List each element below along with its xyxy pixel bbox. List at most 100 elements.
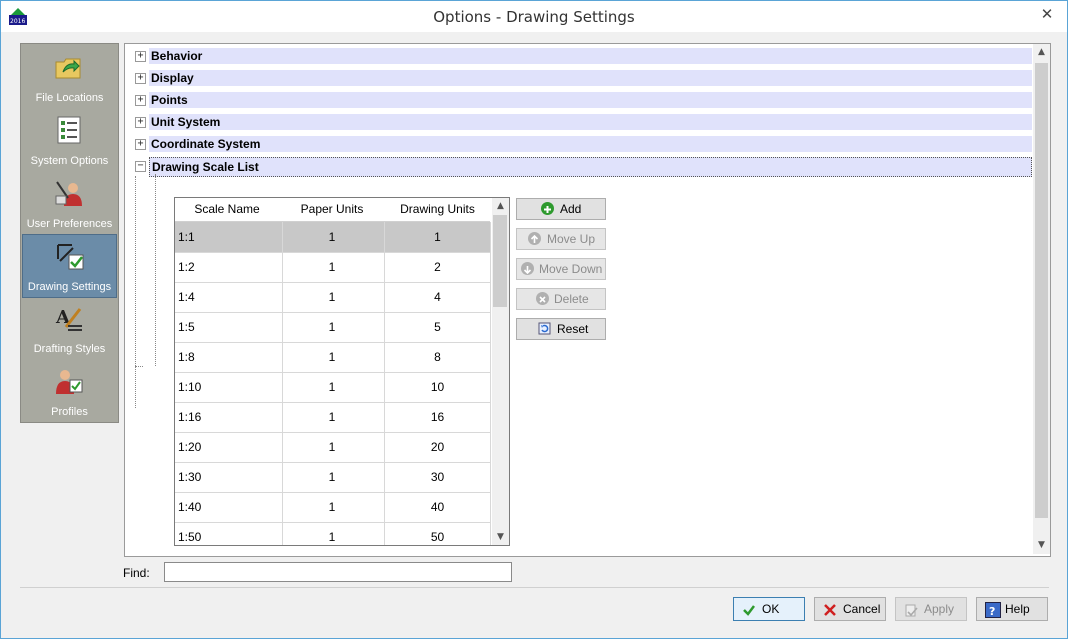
column-header-drawing-units[interactable]: Drawing Units <box>385 198 490 221</box>
table-row[interactable]: 1:20 1 20 <box>175 432 491 463</box>
table-row[interactable]: 1:30 1 30 <box>175 462 491 493</box>
scroll-down-arrow-icon[interactable]: ▼ <box>492 529 509 545</box>
cell-drawing-units[interactable]: 40 <box>385 492 491 522</box>
cell-paper-units[interactable]: 1 <box>280 312 385 342</box>
category-label: Behavior <box>149 48 1032 64</box>
cell-paper-units[interactable]: 1 <box>280 402 385 432</box>
cell-scale-name[interactable]: 1:20 <box>175 432 283 462</box>
table-row[interactable]: 1:40 1 40 <box>175 492 491 523</box>
sidebar-item-drawing-settings[interactable]: Drawing Settings <box>22 234 117 298</box>
category-drawing-scale-list[interactable]: − Drawing Scale List <box>135 156 1032 177</box>
cell-scale-name[interactable]: 1:30 <box>175 462 283 492</box>
scroll-down-arrow-icon[interactable]: ▼ <box>1033 537 1050 554</box>
cell-drawing-units[interactable]: 20 <box>385 432 491 462</box>
cell-scale-name[interactable]: 1:8 <box>175 342 283 372</box>
sidebar-item-profiles[interactable]: Profiles <box>22 360 117 422</box>
cell-drawing-units[interactable]: 2 <box>385 252 491 282</box>
cell-paper-units[interactable]: 1 <box>280 462 385 492</box>
table-row[interactable]: 1:4 1 4 <box>175 282 491 313</box>
cell-drawing-units[interactable]: 50 <box>385 522 491 545</box>
scroll-up-arrow-icon[interactable]: ▲ <box>492 198 509 214</box>
delete-label: Delete <box>554 292 589 306</box>
cell-scale-name[interactable]: 1:10 <box>175 372 283 402</box>
sidebar-item-user-preferences[interactable]: User Preferences <box>22 172 117 234</box>
ok-button[interactable]: OK <box>733 597 805 621</box>
cell-scale-name[interactable]: 1:50 <box>175 522 283 545</box>
table-row[interactable]: 1:8 1 8 <box>175 342 491 373</box>
user-tools-icon <box>54 178 84 208</box>
scroll-thumb[interactable] <box>493 215 507 307</box>
table-row[interactable]: 1:16 1 16 <box>175 402 491 433</box>
sidebar-item-file-locations[interactable]: File Locations <box>22 46 117 108</box>
move-down-button[interactable]: Move Down <box>516 258 606 280</box>
expand-icon[interactable]: + <box>135 139 146 150</box>
help-button[interactable]: ? Help <box>976 597 1048 621</box>
category-label: Drawing Scale List <box>149 157 1032 177</box>
table-row[interactable]: 1:50 1 50 <box>175 522 491 545</box>
divider <box>20 587 1049 588</box>
move-down-label: Move Down <box>539 262 603 276</box>
expand-icon[interactable]: + <box>135 95 146 106</box>
cell-drawing-units[interactable]: 5 <box>385 312 491 342</box>
cell-scale-name[interactable]: 1:40 <box>175 492 283 522</box>
scroll-up-arrow-icon[interactable]: ▲ <box>1033 44 1050 61</box>
cell-paper-units[interactable]: 1 <box>280 432 385 462</box>
table-row[interactable]: 1:2 1 2 <box>175 252 491 283</box>
sidebar-item-drafting-styles[interactable]: A Drafting Styles <box>22 297 117 359</box>
cell-drawing-units[interactable]: 30 <box>385 462 491 492</box>
ok-label: OK <box>762 602 780 616</box>
scale-list-grid[interactable]: Scale Name Paper Units Drawing Units 1:1… <box>174 197 510 546</box>
apply-button[interactable]: Apply <box>895 597 967 621</box>
svg-text:?: ? <box>989 605 995 618</box>
cell-paper-units[interactable]: 1 <box>280 492 385 522</box>
column-header-paper-units[interactable]: Paper Units <box>280 198 384 221</box>
category-display[interactable]: + Display <box>135 68 1032 88</box>
table-row[interactable]: 1:1 1 1 <box>175 222 491 253</box>
reset-button[interactable]: Reset <box>516 318 606 340</box>
expand-icon[interactable]: + <box>135 51 146 62</box>
close-button[interactable]: ✕ <box>1037 6 1057 22</box>
move-up-button[interactable]: Move Up <box>516 228 606 250</box>
expand-icon[interactable]: + <box>135 117 146 128</box>
panel-scrollbar[interactable]: ▲ ▼ <box>1033 44 1050 554</box>
cell-paper-units[interactable]: 1 <box>280 222 385 252</box>
cell-drawing-units[interactable]: 8 <box>385 342 491 372</box>
cell-drawing-units[interactable]: 10 <box>385 372 491 402</box>
grid-header: Scale Name Paper Units Drawing Units <box>175 198 490 222</box>
cell-drawing-units[interactable]: 4 <box>385 282 491 312</box>
category-behavior[interactable]: + Behavior <box>135 46 1032 66</box>
category-points[interactable]: + Points <box>135 90 1032 110</box>
cell-paper-units[interactable]: 1 <box>280 252 385 282</box>
sidebar-item-system-options[interactable]: System Options <box>22 109 117 171</box>
checklist-icon <box>54 115 84 145</box>
scroll-thumb[interactable] <box>1035 63 1048 518</box>
delete-button[interactable]: Delete <box>516 288 606 310</box>
plus-icon <box>541 202 554 215</box>
grid-scrollbar[interactable]: ▲ ▼ <box>492 198 509 545</box>
cell-paper-units[interactable]: 1 <box>280 342 385 372</box>
cell-scale-name[interactable]: 1:4 <box>175 282 283 312</box>
category-coordinate-system[interactable]: + Coordinate System <box>135 134 1032 154</box>
cell-scale-name[interactable]: 1:1 <box>175 222 283 252</box>
cancel-x-icon <box>823 602 837 616</box>
sidebar-item-label: File Locations <box>35 92 104 104</box>
cell-drawing-units[interactable]: 16 <box>385 402 491 432</box>
cell-scale-name[interactable]: 1:16 <box>175 402 283 432</box>
cancel-button[interactable]: Cancel <box>814 597 886 621</box>
find-input[interactable] <box>164 562 512 582</box>
cell-drawing-units[interactable]: 1 <box>385 222 491 252</box>
expand-icon[interactable]: + <box>135 73 146 84</box>
category-unit-system[interactable]: + Unit System <box>135 112 1032 132</box>
options-sidebar: File Locations System Options User Prefe… <box>20 43 119 423</box>
checkmark-icon <box>742 602 756 616</box>
collapse-icon[interactable]: − <box>135 161 146 172</box>
table-row[interactable]: 1:10 1 10 <box>175 372 491 403</box>
cell-paper-units[interactable]: 1 <box>280 282 385 312</box>
table-row[interactable]: 1:5 1 5 <box>175 312 491 343</box>
cell-scale-name[interactable]: 1:5 <box>175 312 283 342</box>
column-header-scale-name[interactable]: Scale Name <box>175 198 279 221</box>
add-button[interactable]: Add <box>516 198 606 220</box>
cell-paper-units[interactable]: 1 <box>280 372 385 402</box>
cell-paper-units[interactable]: 1 <box>280 522 385 545</box>
cell-scale-name[interactable]: 1:2 <box>175 252 283 282</box>
